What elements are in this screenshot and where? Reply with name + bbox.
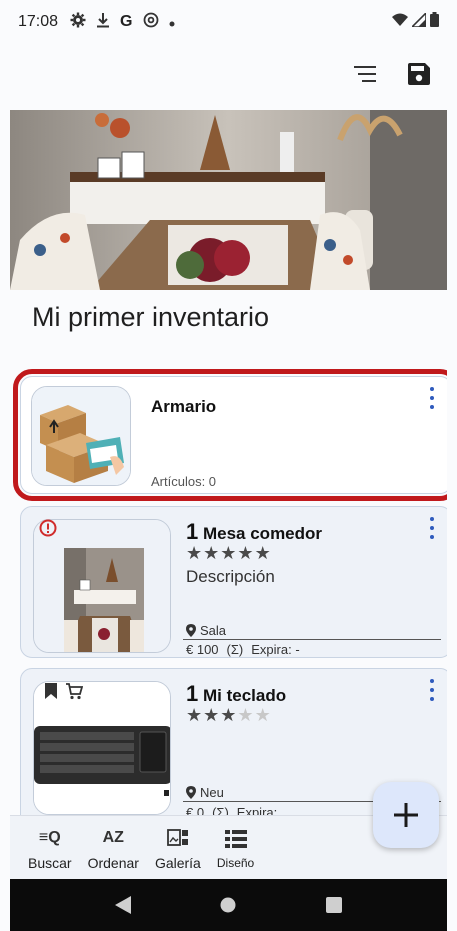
item-sum-symbol: (Σ) xyxy=(226,642,244,657)
at-icon xyxy=(143,12,159,32)
sort-az-icon: AZ xyxy=(102,828,124,846)
status-time: 17:08 xyxy=(18,13,59,30)
cart-icon xyxy=(65,682,84,705)
save-icon[interactable] xyxy=(405,60,433,88)
filter-list-icon[interactable] xyxy=(351,60,379,88)
item-expiry: Expira: - xyxy=(251,642,300,657)
sort-label: Ordenar xyxy=(87,854,139,871)
layout-icon xyxy=(224,826,247,852)
star-icon: ★ xyxy=(203,543,221,563)
signal-icon xyxy=(410,10,427,32)
search-list-icon: ≡Q xyxy=(38,828,61,846)
add-item-fab[interactable] xyxy=(373,782,439,848)
recents-icon[interactable] xyxy=(326,897,343,913)
star-icon: ★ xyxy=(220,705,238,725)
container-thumbnail xyxy=(31,386,131,486)
layout-button[interactable]: Diseño xyxy=(211,816,260,879)
bookmark-icon xyxy=(45,683,57,704)
star-empty-icon: ★ xyxy=(237,705,255,725)
divider xyxy=(183,639,441,640)
star-icon: ★ xyxy=(237,543,255,563)
item-description: Descripción xyxy=(186,567,275,586)
battery-icon xyxy=(430,12,439,32)
item-title: 1 Mesa comedor xyxy=(186,519,322,545)
app-screen: 17:08 G Mi primer inventario Armario Art… xyxy=(10,0,447,931)
search-button[interactable]: ≡Q Buscar xyxy=(22,816,78,879)
container-name: Armario xyxy=(151,397,217,416)
top-app-bar xyxy=(10,52,447,96)
system-nav-bar xyxy=(10,879,447,931)
gear-icon xyxy=(70,12,86,32)
item-name: Mi teclado xyxy=(202,686,287,705)
item-meta: € 100 (Σ) Expira: - xyxy=(186,642,300,657)
sort-button[interactable]: AZ Ordenar xyxy=(82,816,145,879)
back-icon[interactable] xyxy=(114,896,131,914)
gallery-button[interactable]: Galería xyxy=(149,816,207,879)
item-rating: ★★★★★ xyxy=(186,705,272,726)
item-quantity: 1 xyxy=(186,519,199,544)
star-icon: ★ xyxy=(203,705,221,725)
item-location: Neu xyxy=(186,785,224,800)
star-icon: ★ xyxy=(186,705,204,725)
layout-label: Diseño xyxy=(216,855,255,870)
more-options-icon[interactable] xyxy=(427,517,437,539)
plus-icon xyxy=(394,803,418,827)
home-icon[interactable] xyxy=(220,897,236,913)
star-icon: ★ xyxy=(186,543,204,563)
item-name: Mesa comedor xyxy=(202,524,323,543)
container-items-count: Artículos: 0 xyxy=(151,474,217,489)
gallery-label: Galería xyxy=(154,854,201,871)
item-rating: ★★★★★ xyxy=(186,543,272,564)
star-icon: ★ xyxy=(220,543,238,563)
location-pin-icon xyxy=(186,786,196,799)
status-bar: 17:08 G xyxy=(10,0,447,44)
dot-icon xyxy=(169,14,175,31)
container-card-armario[interactable]: Armario Artículos: 0 xyxy=(13,369,447,501)
item-price: € 100 xyxy=(186,642,219,657)
more-options-icon[interactable] xyxy=(427,387,437,409)
inventory-title: Mi primer inventario xyxy=(32,302,270,332)
item-quantity: 1 xyxy=(186,681,199,706)
search-label: Buscar xyxy=(28,854,72,871)
more-options-icon[interactable] xyxy=(427,679,437,701)
inventory-cover-image xyxy=(10,110,447,290)
google-icon: G xyxy=(120,13,133,30)
item-location-text: Sala xyxy=(200,623,227,638)
star-icon: ★ xyxy=(254,543,272,563)
item-location: Sala xyxy=(186,623,226,638)
item-location-text: Neu xyxy=(200,785,224,800)
alert-icon xyxy=(39,519,57,542)
wifi-icon xyxy=(392,13,408,32)
gallery-icon xyxy=(166,825,189,851)
download-icon xyxy=(96,12,110,32)
item-title: 1 Mi teclado xyxy=(186,681,286,707)
star-empty-icon: ★ xyxy=(254,705,272,725)
item-card-mesa-comedor[interactable]: 1 Mesa comedor ★★★★★ Descripción Sala € … xyxy=(20,506,447,658)
location-pin-icon xyxy=(186,624,196,637)
